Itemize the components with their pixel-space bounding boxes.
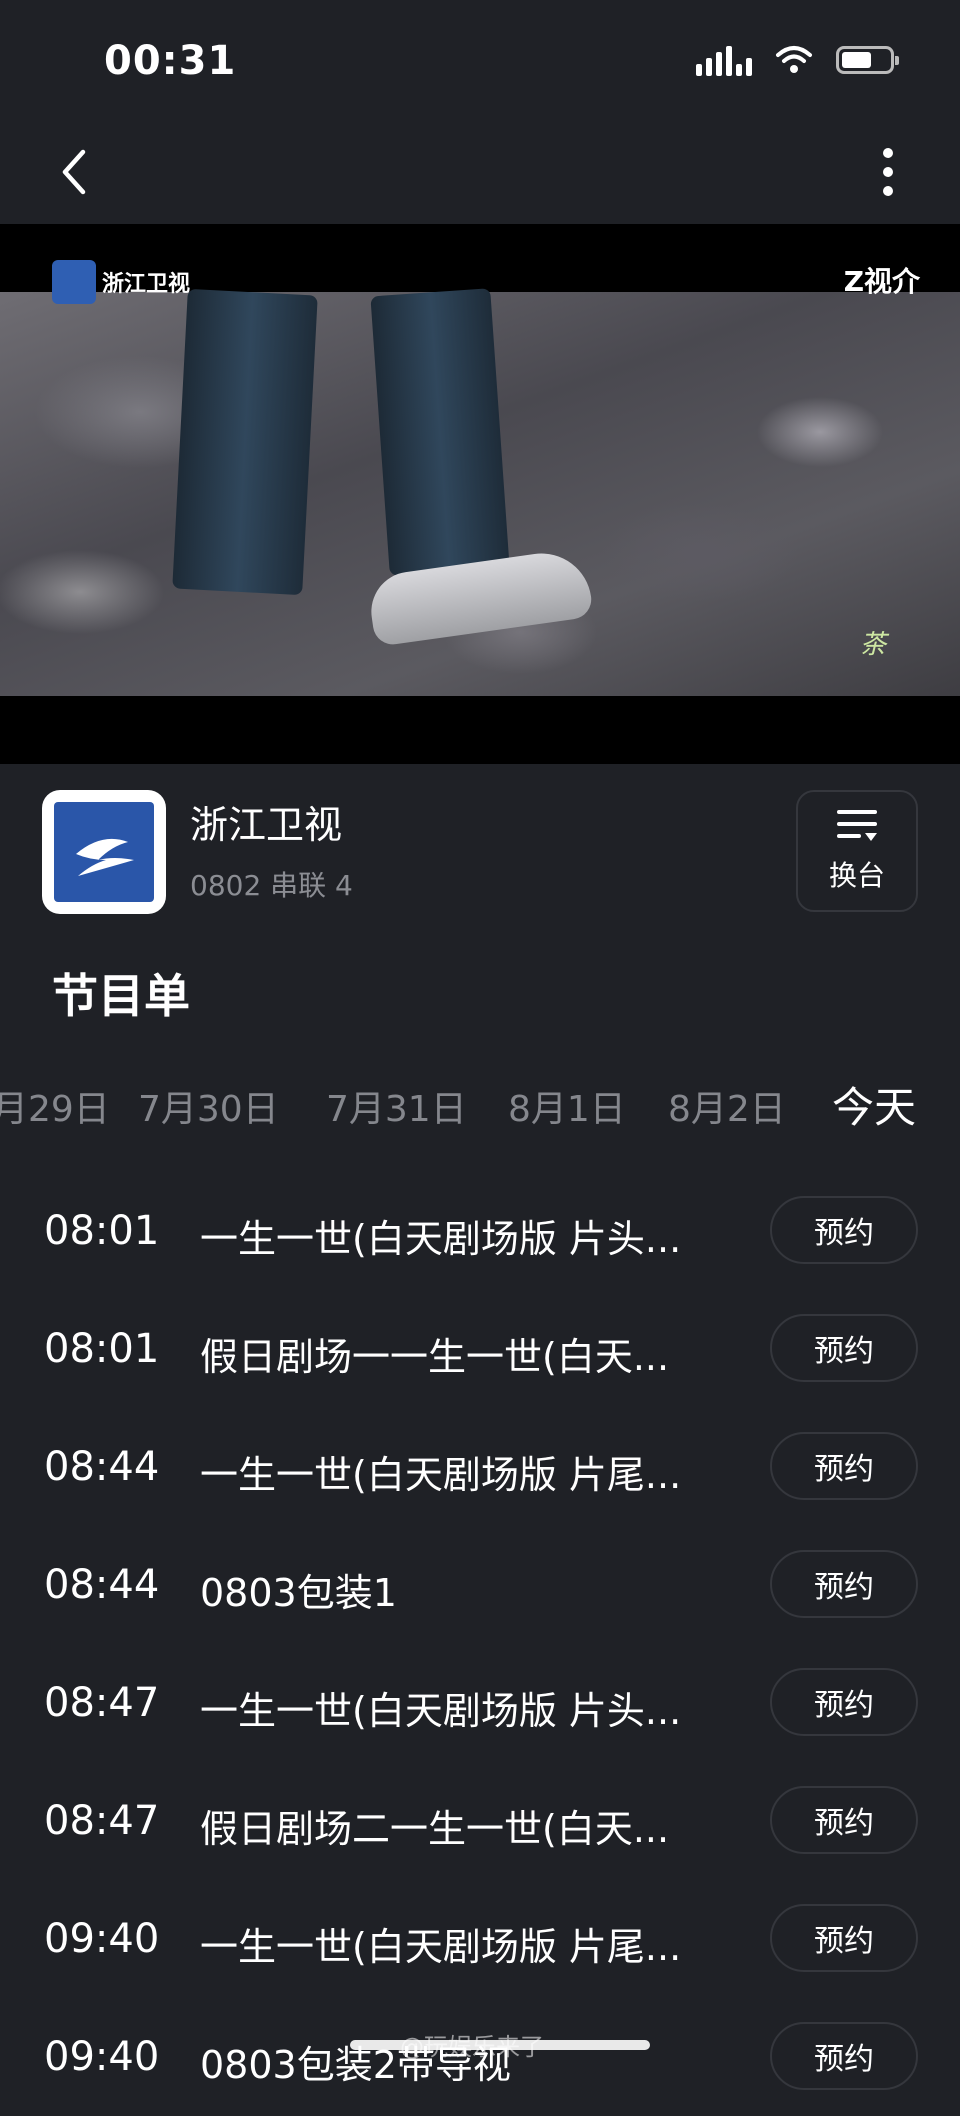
schedule-row: 08:01 一生一世(白天剧场版 片头... 预约 — [0, 1172, 960, 1290]
reserve-button[interactable]: 预约 — [770, 1432, 918, 1500]
reserve-button[interactable]: 预约 — [770, 1550, 918, 1618]
switch-channel-label: 换台 — [828, 859, 885, 892]
cellular-signal-icon — [696, 44, 752, 76]
wifi-icon — [774, 45, 814, 75]
program-title: 一生一世(白天剧场版 片头... — [200, 1689, 682, 1733]
program-guide-title: 节目单 — [52, 969, 190, 1023]
list-switch-icon — [837, 810, 877, 841]
schedule-row: 08:44 一生一世(白天剧场版 片尾... 预约 — [0, 1408, 960, 1526]
program-title: 一生一世(白天剧场版 片尾... — [200, 1453, 682, 1497]
zhejiang-tv-mini-logo-icon — [52, 260, 96, 304]
reserve-button[interactable]: 预约 — [770, 1668, 918, 1736]
schedule-row: 08:44 0803包装1 预约 — [0, 1526, 960, 1644]
more-options-button[interactable] — [868, 142, 908, 202]
date-tab-today[interactable]: 今天 — [832, 1074, 916, 1135]
schedule-row: 08:47 一生一世(白天剧场版 片头... 预约 — [0, 1644, 960, 1762]
program-title: 一生一世(白天剧场版 片尾... — [200, 1925, 682, 1969]
date-tab[interactable]: 月29日 — [0, 1080, 110, 1132]
schedule-row: 08:47 假日剧场二一生一世(白天... 预约 — [0, 1762, 960, 1880]
program-time: 09:40 — [44, 1916, 160, 1962]
tea-watermark-icon: 茶 — [860, 630, 887, 660]
program-title: 假日剧场二一生一世(白天... — [200, 1807, 670, 1851]
date-tab[interactable]: 7月31日 — [326, 1080, 467, 1132]
date-tabs: 月29日 7月30日 7月31日 8月1日 8月2日 今天 — [0, 1070, 960, 1140]
channel-logo — [42, 790, 166, 914]
reserve-button[interactable]: 预约 — [770, 1196, 918, 1264]
program-time: 08:47 — [44, 1680, 160, 1726]
program-title: 一生一世(白天剧场版 片头... — [200, 1217, 682, 1261]
status-bar: 00:31 — [0, 0, 960, 120]
program-time: 09:40 — [44, 2034, 160, 2080]
schedule-row: 08:01 假日剧场一一生一世(白天... 预约 — [0, 1290, 960, 1408]
program-time: 08:01 — [44, 1208, 160, 1254]
switch-channel-button[interactable]: 换台 — [796, 790, 918, 912]
date-tab[interactable]: 7月30日 — [138, 1080, 279, 1132]
nav-bar — [0, 120, 960, 224]
reserve-button[interactable]: 预约 — [770, 2022, 918, 2090]
channel-name: 浙江卫视 — [190, 803, 343, 847]
battery-icon — [836, 46, 899, 74]
video-channel-logo-text: 浙江卫视 — [102, 272, 191, 297]
chevron-left-icon — [62, 149, 86, 195]
back-button[interactable] — [44, 142, 104, 202]
platform-mark: Z视介 — [843, 265, 920, 298]
program-title: 假日剧场一一生一世(白天... — [200, 1335, 670, 1379]
video-player[interactable]: 浙江卫视 Z视介 茶 — [0, 224, 960, 764]
zhejiang-tv-logo-icon — [76, 838, 134, 876]
more-vertical-icon — [883, 148, 893, 196]
date-tab[interactable]: 8月2日 — [668, 1080, 786, 1132]
reserve-button[interactable]: 预约 — [770, 1314, 918, 1382]
program-time: 08:47 — [44, 1798, 160, 1844]
weibo-watermark: @玩娱乐来了 — [400, 2033, 544, 2061]
video-frame — [0, 288, 960, 696]
current-program: 0802 串联 4 — [190, 869, 353, 902]
video-channel-logo: 浙江卫视 — [52, 260, 190, 304]
program-time: 08:44 — [44, 1562, 160, 1608]
reserve-button[interactable]: 预约 — [770, 1904, 918, 1972]
status-icons — [696, 44, 899, 76]
status-time: 00:31 — [104, 38, 237, 84]
date-tab[interactable]: 8月1日 — [508, 1080, 626, 1132]
schedule-row: 09:40 一生一世(白天剧场版 片尾... 预约 — [0, 1880, 960, 1998]
channel-info: 浙江卫视 0802 串联 4 换台 — [0, 764, 960, 934]
program-title: 0803包装1 — [200, 1571, 397, 1615]
reserve-button[interactable]: 预约 — [770, 1786, 918, 1854]
program-time: 08:01 — [44, 1326, 160, 1372]
program-time: 08:44 — [44, 1444, 160, 1490]
